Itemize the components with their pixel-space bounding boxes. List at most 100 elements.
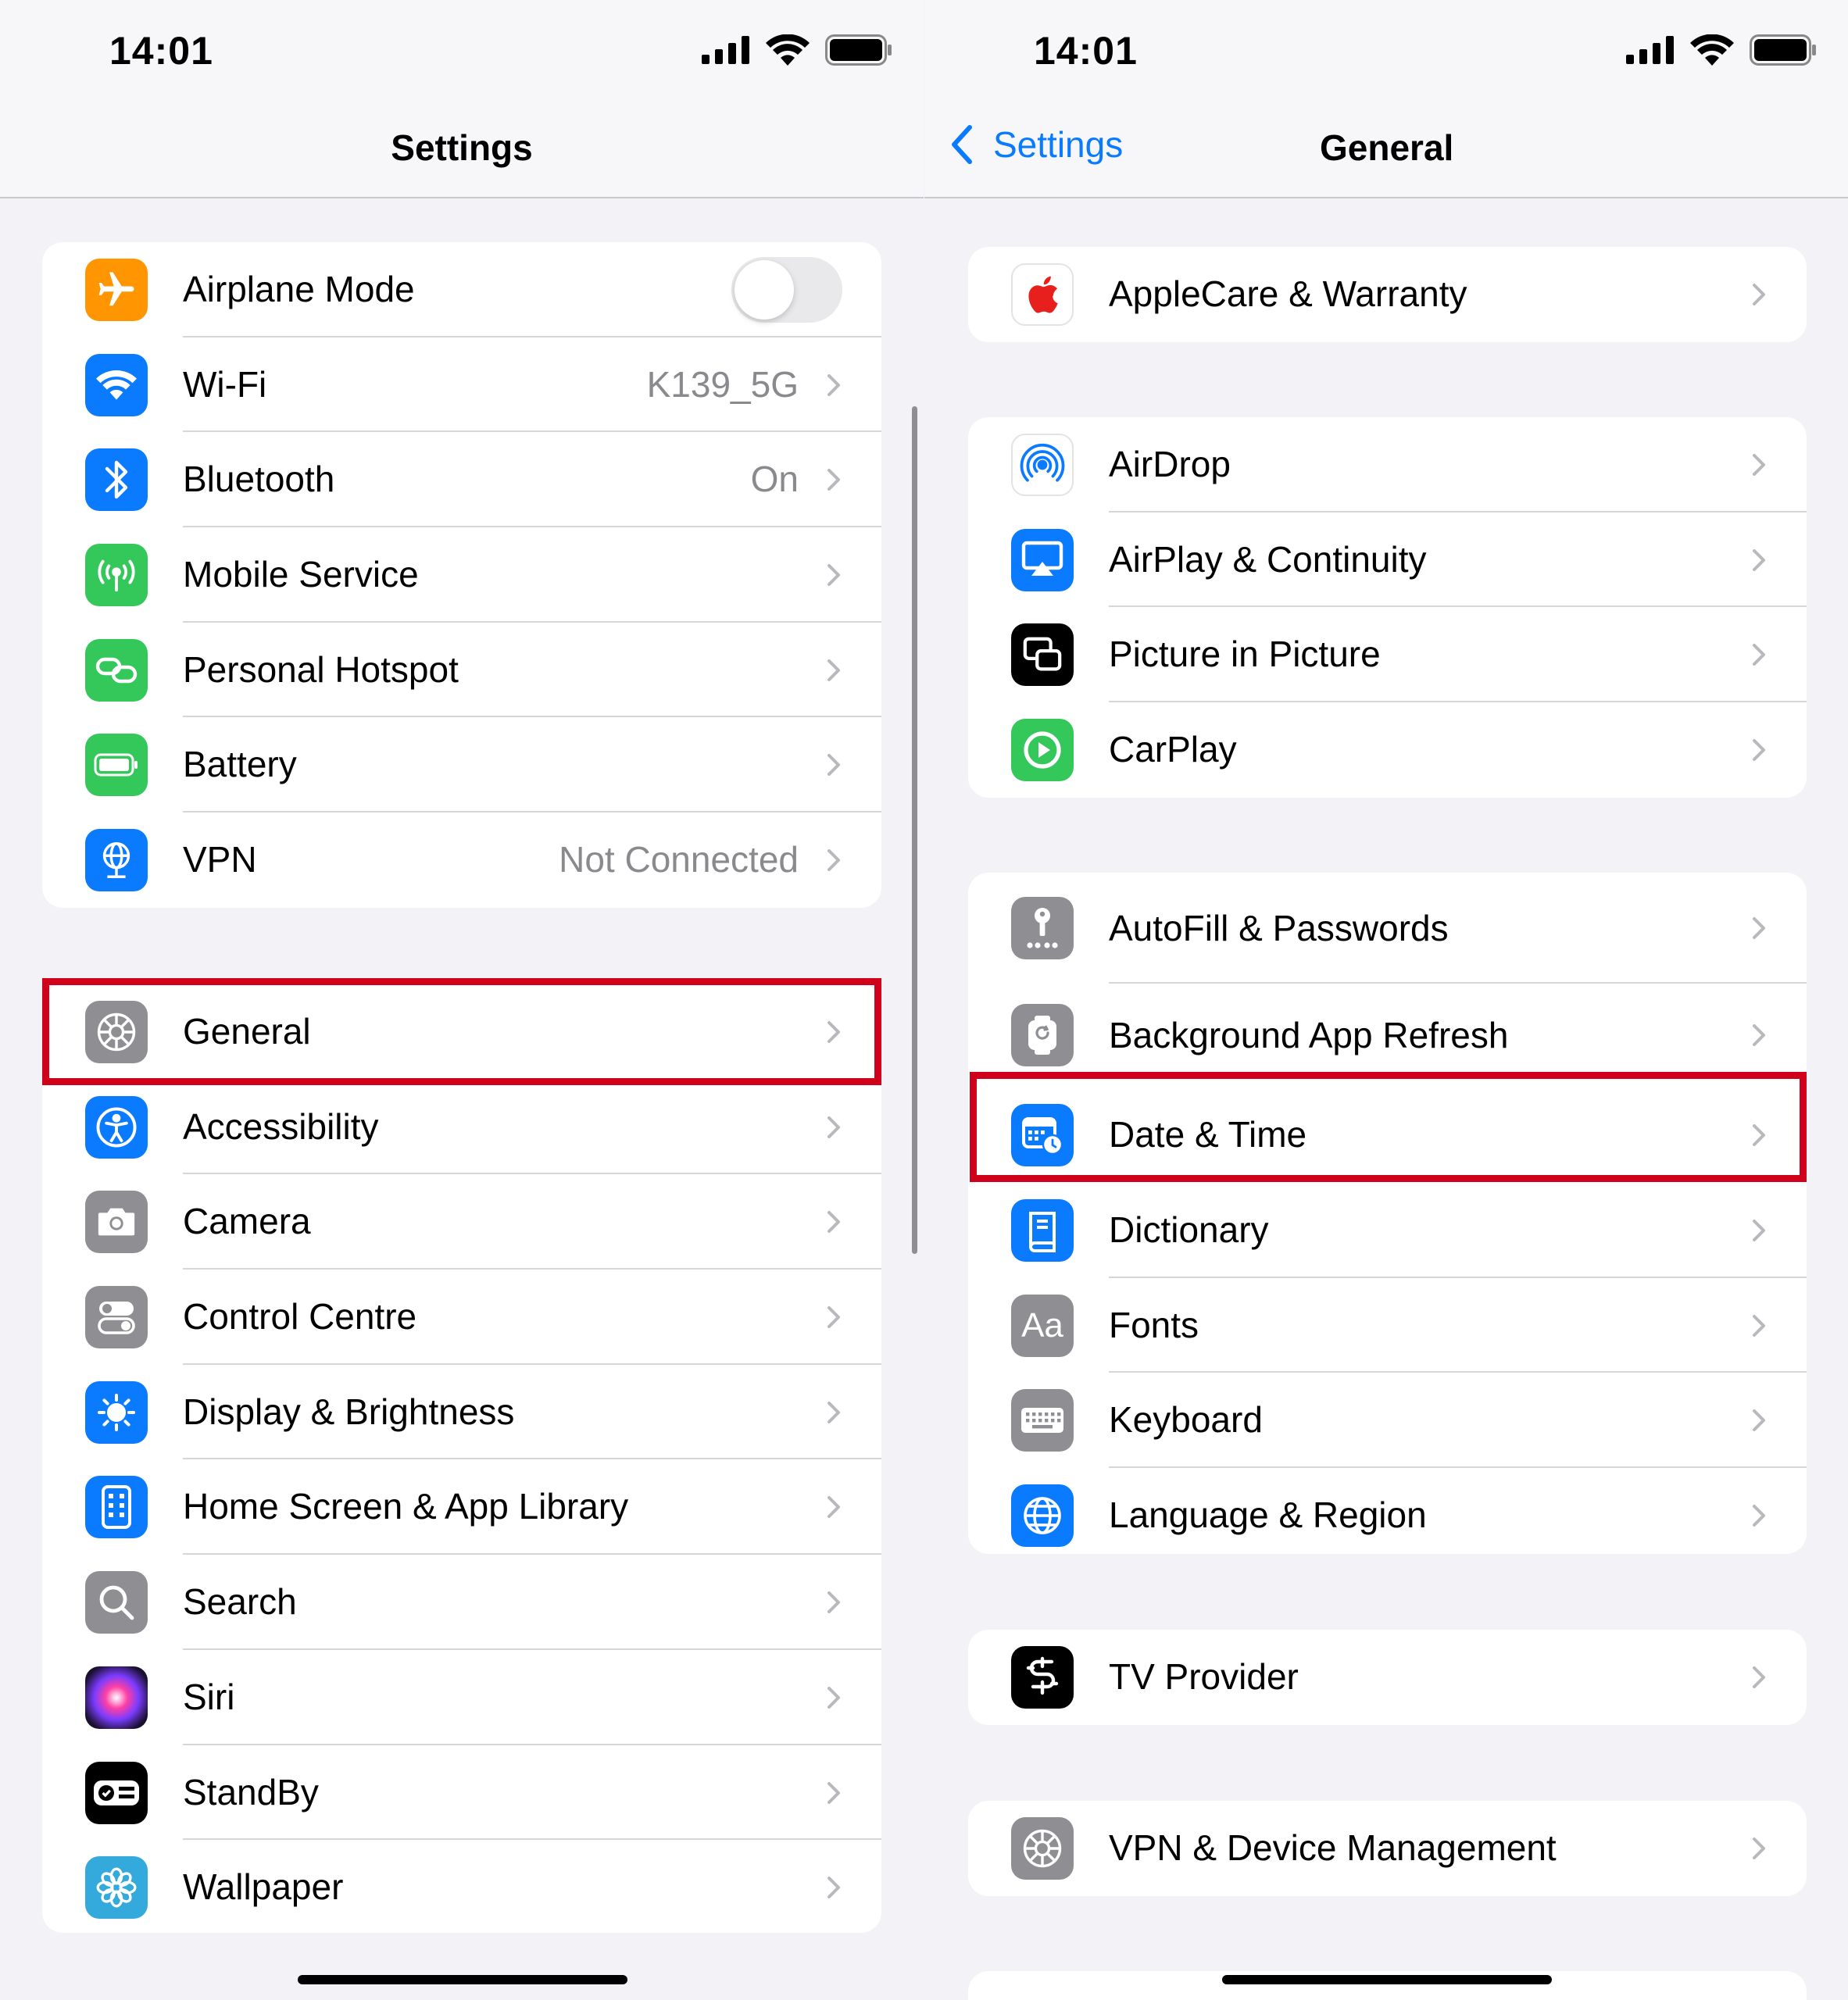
general-row-airdrop[interactable]: AirDrop (968, 417, 1807, 512)
row-label: Picture in Picture (1109, 634, 1381, 675)
page-title: General (1320, 127, 1454, 168)
chevron-right-icon (827, 754, 840, 777)
settings-row-bluetooth[interactable]: Bluetooth On (42, 432, 881, 528)
chevron-right-icon (827, 659, 840, 681)
fonts-icon-glyph: Aa (1021, 1305, 1063, 1345)
row-label: AirDrop (1109, 444, 1231, 484)
battery-status-icon (825, 34, 892, 66)
chevron-right-icon (827, 1021, 840, 1043)
settings-row-vpn[interactable]: VPN Not Connected (42, 812, 881, 908)
back-button[interactable]: Settings (949, 123, 1123, 166)
row-label: VPN & Device Management (1109, 1827, 1557, 1868)
globe-icon (1011, 1484, 1074, 1548)
row-label: CarPlay (1109, 729, 1237, 770)
gear-icon (85, 1001, 148, 1063)
general-row-dictionary[interactable]: Dictionary (968, 1183, 1807, 1278)
magnifier-icon (85, 1571, 148, 1634)
chevron-right-icon (1753, 739, 1765, 762)
row-label: AirPlay & Continuity (1109, 538, 1427, 580)
settings-row-general[interactable]: General (42, 984, 881, 1080)
general-row-keyboard[interactable]: Keyboard (968, 1373, 1807, 1469)
row-label: Siri (183, 1676, 235, 1717)
home-indicator[interactable] (298, 1975, 627, 1984)
row-label: Personal Hotspot (183, 648, 459, 690)
back-button-label: Settings (993, 124, 1124, 165)
settings-row-siri[interactable]: Siri (42, 1650, 881, 1745)
settings-screen: 14:01 Settings Airplane Mode Wi-Fi K139_… (0, 0, 924, 2000)
navigation-bar: Settings (0, 102, 924, 198)
chevron-right-icon (1753, 1505, 1765, 1527)
general-row-fonts[interactable]: Aa Fonts (968, 1278, 1807, 1373)
scroll-indicator[interactable] (912, 406, 917, 1254)
general-row-carplay[interactable]: CarPlay (968, 702, 1807, 798)
row-label: Wi-Fi (183, 363, 267, 405)
navigation-bar: Settings General (924, 102, 1848, 198)
settings-row-airplane-mode[interactable]: Airplane Mode (42, 242, 881, 338)
settings-row-wallpaper[interactable]: Wallpaper (42, 1840, 881, 1933)
chevron-right-icon (827, 469, 840, 491)
keyboard-icon (1011, 1389, 1074, 1452)
row-label: Wallpaper (183, 1866, 344, 1908)
bluetooth-icon (85, 448, 148, 512)
home-indicator[interactable] (1222, 1975, 1552, 1984)
standby-icon (85, 1761, 148, 1824)
chevron-right-icon (1753, 644, 1765, 666)
settings-row-search[interactable]: Search (42, 1555, 881, 1650)
general-row-date-time[interactable]: Date & Time (968, 1088, 1807, 1183)
settings-row-mobile-service[interactable]: Mobile Service (42, 527, 881, 623)
settings-row-control-centre[interactable]: Control Centre (42, 1270, 881, 1365)
chevron-right-icon (827, 1686, 840, 1709)
settings-row-camera[interactable]: Camera (42, 1174, 881, 1270)
gear-icon (1011, 1817, 1074, 1880)
settings-row-battery[interactable]: Battery (42, 717, 881, 813)
tv-provider-icon (1011, 1646, 1074, 1709)
row-value: Not Connected (559, 839, 799, 880)
settings-row-accessibility[interactable]: Accessibility (42, 1080, 881, 1175)
wifi-status-icon (1690, 34, 1734, 66)
fonts-aa-icon: Aa (1011, 1294, 1074, 1357)
airplane-mode-toggle[interactable] (731, 257, 842, 323)
row-label: AppleCare & Warranty (1109, 273, 1467, 314)
page-title: Settings (391, 127, 533, 168)
refresh-icon (1011, 1004, 1074, 1066)
settings-row-personal-hotspot[interactable]: Personal Hotspot (42, 623, 881, 718)
settings-row-wifi[interactable]: Wi-Fi K139_5G (42, 338, 881, 433)
general-row-language-region[interactable]: Language & Region (968, 1468, 1807, 1554)
chevron-right-icon (1753, 1409, 1765, 1432)
chevron-right-icon (827, 564, 840, 587)
chevron-right-icon (1753, 917, 1765, 939)
chevron-right-icon (1753, 1024, 1765, 1046)
wifi-status-icon (766, 34, 810, 66)
settings-row-standby[interactable]: StandBy (42, 1745, 881, 1841)
chevron-right-icon (827, 1877, 840, 1899)
sharing-group: AirDrop AirPlay & Continuity Picture in … (968, 417, 1807, 798)
status-time: 14:01 (1034, 29, 1138, 73)
general-row-applecare[interactable]: AppleCare & Warranty (968, 247, 1807, 342)
sun-icon (85, 1380, 148, 1444)
row-label: Airplane Mode (183, 269, 415, 309)
phone-grid-icon (85, 1476, 148, 1539)
row-label: Control Centre (183, 1296, 417, 1338)
row-value: On (750, 459, 799, 500)
toggles-icon (85, 1286, 148, 1349)
vpn-device-management-group: VPN & Device Management (968, 1801, 1807, 1896)
carplay-icon (1011, 719, 1074, 782)
chevron-right-icon (827, 1116, 840, 1138)
system-settings-group: AutoFill & Passwords Background App Refr… (968, 873, 1807, 1554)
general-row-picture-in-picture[interactable]: Picture in Picture (968, 607, 1807, 703)
general-row-vpn-device-management[interactable]: VPN & Device Management (968, 1801, 1807, 1896)
battery-status-icon (1750, 34, 1816, 66)
general-row-airplay[interactable]: AirPlay & Continuity (968, 512, 1807, 608)
cellular-signal-icon (1626, 36, 1674, 64)
settings-row-display-brightness[interactable]: Display & Brightness (42, 1365, 881, 1460)
airplane-icon (85, 259, 148, 321)
connectivity-group: Airplane Mode Wi-Fi K139_5G Bluetooth On (42, 242, 881, 908)
chevron-right-icon (827, 849, 840, 872)
chevron-right-icon (1753, 454, 1765, 476)
general-screen: 14:01 Settings General AppleCare & Warra… (924, 0, 1848, 2000)
general-row-tv-provider[interactable]: TV Provider (968, 1630, 1807, 1725)
general-row-autofill-passwords[interactable]: AutoFill & Passwords (968, 873, 1807, 984)
row-label: Home Screen & App Library (183, 1486, 629, 1527)
settings-row-home-screen[interactable]: Home Screen & App Library (42, 1459, 881, 1555)
general-row-background-app-refresh[interactable]: Background App Refresh (968, 984, 1807, 1088)
